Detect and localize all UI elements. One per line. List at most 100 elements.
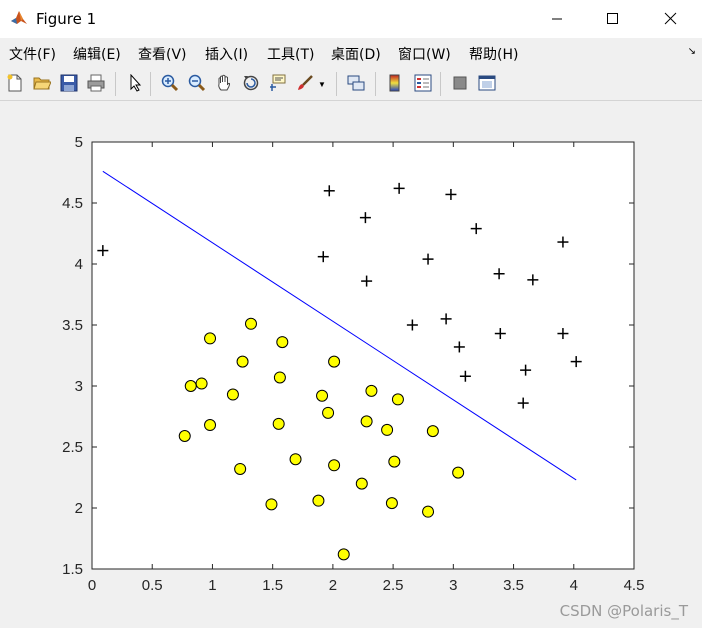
figure-canvas: 0 0.5 1 1.5 2 2.5 3 3.5 4 4.5 1.5 2 2.5 3 3.5 4 4.5 5 bbox=[62, 134, 644, 594]
y-tick-label: 3 bbox=[75, 378, 83, 395]
x-tick-label: 4.5 bbox=[624, 577, 645, 594]
menu-window[interactable]: 窗口(W) bbox=[398, 44, 451, 64]
select-button[interactable] bbox=[124, 72, 146, 94]
zoom-out-icon bbox=[188, 74, 206, 92]
menu-dock-arrow-icon[interactable]: ↘ bbox=[688, 46, 696, 57]
circle-marker bbox=[365, 384, 378, 397]
watermark: CSDN @Polaris_T bbox=[559, 602, 688, 620]
minimize-button[interactable] bbox=[530, 0, 584, 38]
data-cursor-button[interactable] bbox=[267, 72, 289, 94]
circle-marker bbox=[289, 453, 302, 466]
toolbar-separator bbox=[115, 72, 116, 96]
zoom-in-icon bbox=[161, 74, 179, 92]
circle-marker bbox=[328, 355, 341, 368]
close-button[interactable] bbox=[644, 0, 698, 38]
minimize-icon bbox=[552, 18, 562, 20]
zoom-in-button[interactable] bbox=[159, 72, 181, 94]
print-button[interactable] bbox=[85, 72, 107, 94]
maximize-button[interactable] bbox=[586, 0, 640, 38]
link-plot-icon bbox=[347, 75, 365, 91]
y-tick-label: 5 bbox=[75, 134, 83, 151]
x-tick-label: 3.5 bbox=[503, 577, 524, 594]
open-icon bbox=[33, 77, 51, 90]
pan-hand-icon bbox=[218, 74, 231, 91]
y-tick-label: 3.5 bbox=[62, 317, 83, 334]
menu-tools[interactable]: 工具(T) bbox=[267, 44, 314, 64]
matlab-logo-icon bbox=[10, 9, 28, 27]
circle-marker bbox=[184, 380, 197, 392]
circle-marker bbox=[234, 462, 247, 475]
legend-button[interactable] bbox=[412, 72, 434, 94]
colorbar-button[interactable] bbox=[384, 72, 406, 94]
new-figure-icon bbox=[7, 74, 22, 92]
link-plot-button[interactable] bbox=[345, 72, 367, 94]
circle-marker bbox=[328, 459, 341, 472]
brush-icon bbox=[298, 75, 313, 90]
new-figure-button[interactable] bbox=[4, 72, 26, 94]
x-tick-label: 2.5 bbox=[383, 577, 404, 594]
maximize-icon bbox=[607, 13, 618, 24]
pan-button[interactable] bbox=[213, 72, 235, 94]
plot-area-background bbox=[92, 142, 634, 569]
circle-marker bbox=[337, 548, 350, 561]
x-tick-label: 1.5 bbox=[262, 577, 283, 594]
brush-dropdown-arrow-icon[interactable]: ▼ bbox=[318, 80, 326, 89]
x-tick-label: 1 bbox=[208, 577, 216, 594]
legend-icon bbox=[414, 74, 432, 92]
menu-file[interactable]: 文件(F) bbox=[9, 44, 56, 64]
menu-insert[interactable]: 插入(I) bbox=[205, 44, 248, 64]
circle-marker bbox=[178, 430, 191, 443]
y-tick-label: 2.5 bbox=[62, 439, 83, 456]
x-tick-label: 3 bbox=[449, 577, 457, 594]
show-plot-tools-icon bbox=[478, 75, 496, 91]
toolbar-separator bbox=[440, 72, 441, 96]
circle-marker bbox=[265, 498, 278, 511]
circle-marker bbox=[355, 477, 368, 490]
open-button[interactable] bbox=[31, 72, 53, 94]
hide-plot-tools-icon bbox=[453, 76, 467, 90]
window-title: Figure 1 bbox=[36, 10, 97, 28]
select-arrow-icon bbox=[130, 74, 142, 92]
close-icon bbox=[664, 12, 677, 25]
toolbar-separator bbox=[150, 72, 151, 96]
menu-edit[interactable]: 编辑(E) bbox=[73, 44, 121, 64]
circle-marker bbox=[204, 419, 217, 432]
menu-help[interactable]: 帮助(H) bbox=[469, 44, 518, 64]
figure-window: Figure 1 文件(F) 编辑(E) 查看(V) 插入(I) 工具(T) 桌… bbox=[0, 0, 702, 628]
colorbar-icon bbox=[389, 74, 400, 92]
y-tick-label: 4.5 bbox=[62, 195, 83, 212]
circle-marker bbox=[388, 455, 401, 468]
circle-marker bbox=[236, 355, 249, 368]
y-tick-label: 4 bbox=[75, 256, 83, 273]
circle-marker bbox=[381, 423, 394, 436]
figure-toolbar: ▼ bbox=[0, 68, 702, 101]
circle-marker bbox=[322, 406, 335, 419]
circle-marker bbox=[272, 417, 285, 430]
save-button[interactable] bbox=[58, 72, 80, 94]
x-tick-label: 0 bbox=[88, 577, 96, 594]
menu-desktop[interactable]: 桌面(D) bbox=[331, 44, 381, 64]
hide-plot-tools-button[interactable] bbox=[449, 72, 471, 94]
rotate-3d-button[interactable] bbox=[240, 72, 262, 94]
title-bar[interactable]: Figure 1 bbox=[0, 0, 702, 38]
circle-marker bbox=[276, 336, 289, 349]
zoom-out-button[interactable] bbox=[186, 72, 208, 94]
circle-marker bbox=[360, 415, 373, 428]
save-icon bbox=[60, 74, 78, 92]
menu-view[interactable]: 查看(V) bbox=[138, 44, 187, 64]
brush-button[interactable] bbox=[294, 72, 316, 94]
circle-marker bbox=[273, 371, 286, 384]
circle-marker bbox=[385, 497, 398, 510]
x-tick-label: 0.5 bbox=[142, 577, 163, 594]
x-tick-label: 2 bbox=[329, 577, 337, 594]
circle-marker bbox=[244, 317, 257, 330]
circle-marker bbox=[226, 388, 239, 401]
circle-marker bbox=[422, 505, 435, 518]
toolbar-separator bbox=[375, 72, 376, 96]
plot-axes[interactable]: 0 0.5 1 1.5 2 2.5 3 3.5 4 4.5 1.5 2 2.5 3 3.5 4 4.5 5 bbox=[62, 134, 644, 594]
toolbar-separator bbox=[336, 72, 337, 96]
show-plot-tools-button[interactable] bbox=[476, 72, 498, 94]
y-tick-label: 2 bbox=[75, 500, 83, 517]
y-tick-label: 1.5 bbox=[62, 561, 83, 578]
circle-marker bbox=[204, 332, 217, 345]
